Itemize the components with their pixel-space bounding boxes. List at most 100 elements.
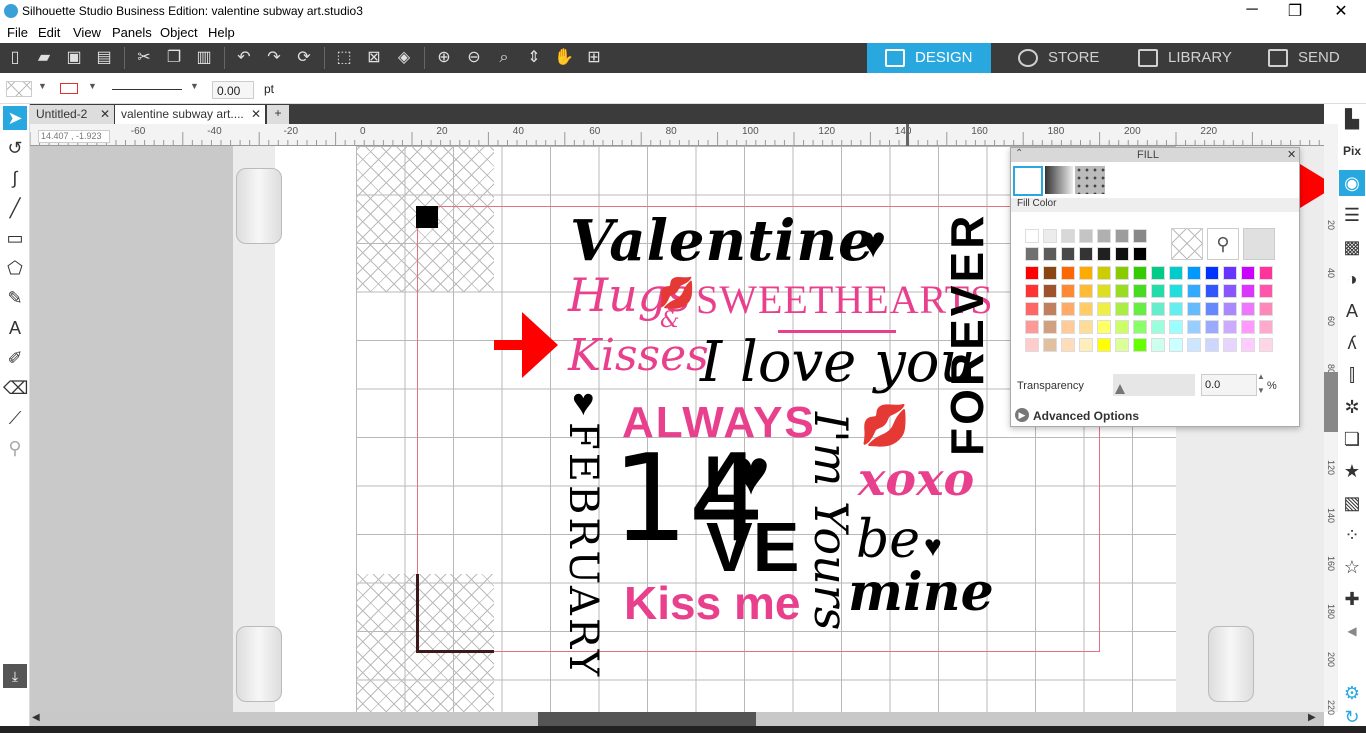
print-icon[interactable]: ▤ <box>93 48 115 68</box>
align-icon[interactable]: ⫿ <box>1339 362 1365 388</box>
redraw-icon[interactable]: ⟳ <box>293 48 315 68</box>
line-color-swatch[interactable] <box>60 83 78 94</box>
eyedropper-tool-icon[interactable]: ⚲ <box>3 436 27 460</box>
pixscan-icon[interactable]: Pix <box>1339 138 1365 164</box>
menu-object[interactable]: Object <box>160 25 198 40</box>
transparency-spin-up-icon[interactable]: ▲ <box>1257 372 1265 381</box>
color-swatch[interactable] <box>1151 302 1165 316</box>
solid-fill-tab[interactable] <box>1013 166 1043 196</box>
horizontal-scrollbar[interactable]: ◀ ▶ <box>30 712 1324 726</box>
menu-edit[interactable]: Edit <box>38 25 60 40</box>
color-swatch[interactable] <box>1133 284 1147 298</box>
color-swatch[interactable] <box>1205 302 1219 316</box>
color-swatch[interactable] <box>1061 302 1075 316</box>
eyedropper-icon[interactable]: ⚲ <box>1207 228 1239 260</box>
gradient-fill-tab[interactable] <box>1045 166 1073 194</box>
word-february[interactable]: FEBRUARY <box>560 422 606 679</box>
color-swatch[interactable] <box>1043 229 1057 243</box>
word-kisses[interactable]: Kisses <box>568 330 709 381</box>
rhinestone-icon[interactable]: ☆ <box>1339 554 1365 580</box>
select-all-icon[interactable]: ⬚ <box>333 48 355 68</box>
close-tab-icon[interactable]: ✕ <box>251 107 261 121</box>
color-swatch[interactable] <box>1241 338 1255 352</box>
word-xoxo[interactable]: xoxo <box>858 452 974 506</box>
copy-icon[interactable]: ❐ <box>163 48 185 68</box>
color-swatch[interactable] <box>1097 229 1111 243</box>
transform-icon[interactable]: ✲ <box>1339 394 1365 420</box>
transparency-spin-down-icon[interactable]: ▼ <box>1257 386 1265 395</box>
color-swatch[interactable] <box>1061 229 1075 243</box>
knife-tool-icon[interactable]: ⟋ <box>3 406 27 430</box>
color-swatch[interactable] <box>1061 284 1075 298</box>
color-swatch[interactable] <box>1133 338 1147 352</box>
close-tab-icon[interactable]: ✕ <box>100 107 110 121</box>
color-swatch[interactable] <box>1079 320 1093 334</box>
zoom-in-icon[interactable]: ⊕ <box>433 48 455 68</box>
color-swatch[interactable] <box>1043 302 1057 316</box>
color-swatch[interactable] <box>1025 229 1039 243</box>
line-color-dropdown-icon[interactable]: ▼ <box>88 81 97 91</box>
save-icon[interactable]: ▣ <box>63 48 85 68</box>
color-swatch[interactable] <box>1025 338 1039 352</box>
color-swatch[interactable] <box>1223 320 1237 334</box>
color-swatch[interactable] <box>1169 302 1183 316</box>
deselect-icon[interactable]: ⊠ <box>363 48 385 68</box>
color-swatch[interactable] <box>1223 284 1237 298</box>
tab-library[interactable]: LIBRARY <box>1120 43 1250 73</box>
zoom-select-icon[interactable]: ⌕ <box>493 48 515 68</box>
puzzle-icon[interactable]: ✚ <box>1339 586 1365 612</box>
open-folder-icon[interactable]: ▰ <box>33 48 55 68</box>
word-mine[interactable]: mine <box>848 562 994 623</box>
color-swatch[interactable] <box>1169 284 1183 298</box>
custom-color-swatch[interactable] <box>1243 228 1275 260</box>
color-swatch[interactable] <box>1169 266 1183 280</box>
cut-icon[interactable]: ✂ <box>133 48 155 68</box>
draw-tool-icon[interactable]: ✐ <box>3 346 27 370</box>
doc-tab-valentine[interactable]: valentine subway art.... ✕ <box>115 105 265 124</box>
word-ve[interactable]: VE <box>706 512 799 582</box>
color-swatch[interactable] <box>1187 284 1201 298</box>
scroll-right-icon[interactable]: ▶ <box>1308 712 1316 723</box>
color-swatch[interactable] <box>1205 320 1219 334</box>
color-swatch[interactable] <box>1259 320 1273 334</box>
color-swatch[interactable] <box>1151 266 1165 280</box>
scroll-left-icon[interactable]: ◀ <box>32 712 40 723</box>
menu-help[interactable]: Help <box>208 25 235 40</box>
color-swatch[interactable] <box>1025 302 1039 316</box>
hand-tool-icon[interactable]: ✋ <box>553 48 575 68</box>
color-swatch[interactable] <box>1241 302 1255 316</box>
trace-icon[interactable]: ⁘ <box>1339 522 1365 548</box>
edit-points-icon[interactable]: ◈ <box>393 48 415 68</box>
color-swatch[interactable] <box>1043 338 1057 352</box>
new-tab-button[interactable]: + <box>267 105 289 124</box>
color-swatch[interactable] <box>1259 266 1273 280</box>
pan-drag-icon[interactable]: ⇕ <box>523 48 545 68</box>
color-swatch[interactable] <box>1169 338 1183 352</box>
word-kiss-me[interactable]: Kiss me <box>624 576 800 630</box>
color-swatch[interactable] <box>1097 266 1111 280</box>
fill-dropdown-icon[interactable]: ▼ <box>38 81 47 91</box>
color-swatch[interactable] <box>1115 247 1129 261</box>
color-swatch[interactable] <box>1043 284 1057 298</box>
pattern-fill-tab[interactable] <box>1075 166 1105 194</box>
new-file-icon[interactable]: ▯ <box>4 48 26 68</box>
line-style-dropdown-icon[interactable]: ▼ <box>190 81 199 91</box>
doc-tab-untitled[interactable]: Untitled-2 ✕ <box>30 105 114 124</box>
color-swatch[interactable] <box>1025 266 1039 280</box>
color-swatch[interactable] <box>1115 266 1129 280</box>
fit-page-icon[interactable]: ⊞ <box>583 48 605 68</box>
color-swatch[interactable] <box>1043 266 1057 280</box>
word-forever[interactable]: FOREVER <box>940 213 994 456</box>
color-swatch[interactable] <box>1079 284 1093 298</box>
color-swatch[interactable] <box>1097 320 1111 334</box>
color-swatch[interactable] <box>1043 320 1057 334</box>
offset-icon[interactable]: ▧ <box>1339 490 1365 516</box>
horizontal-scrollbar-thumb[interactable] <box>538 712 756 726</box>
minimize-button[interactable]: ─ <box>1240 1 1264 19</box>
color-swatch[interactable] <box>1223 266 1237 280</box>
color-swatch[interactable] <box>1133 320 1147 334</box>
color-swatch[interactable] <box>1187 302 1201 316</box>
color-swatch[interactable] <box>1205 338 1219 352</box>
color-swatch[interactable] <box>1187 338 1201 352</box>
fill-panel-close-icon[interactable]: ✕ <box>1287 148 1296 161</box>
